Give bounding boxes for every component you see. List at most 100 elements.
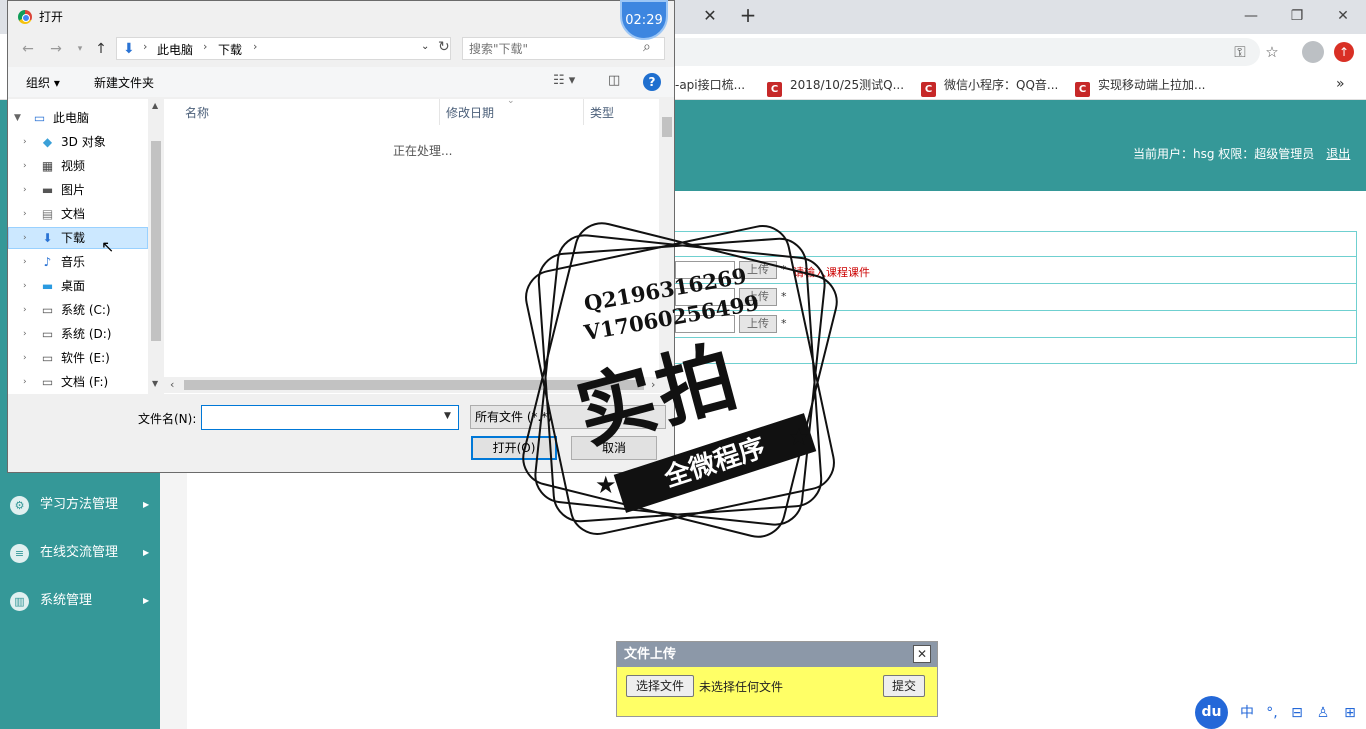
user-label: 当前用户：hsg 权限：超级管理员 — [1133, 147, 1315, 161]
column-divider[interactable] — [439, 99, 440, 125]
tree-item-drive-f[interactable]: › ▭ 文档 (F:) — [8, 371, 148, 393]
sidebar-item-study-methods[interactable]: ⚙ 学习方法管理 ▶ — [0, 490, 160, 520]
window-close-icon[interactable]: ✕ — [1328, 6, 1358, 26]
upload-button[interactable]: 上传 — [739, 288, 777, 306]
file-list-vscrollbar[interactable] — [659, 99, 674, 377]
scroll-thumb[interactable] — [151, 141, 161, 341]
recent-dropdown-icon[interactable]: ▾ — [70, 39, 90, 59]
chevron-right-icon[interactable]: › — [23, 203, 27, 225]
nav-pane-scrollbar[interactable]: ▲ ▼ — [148, 99, 164, 394]
chevron-right-icon[interactable]: › — [23, 275, 27, 297]
scroll-up-icon[interactable]: ▲ — [152, 101, 158, 110]
restore-icon[interactable]: ❐ — [1282, 6, 1312, 26]
view-options-icon[interactable]: ☷ ▾ — [553, 73, 575, 88]
ime-chinese-mode[interactable]: 中 — [1237, 703, 1257, 723]
search-input[interactable] — [469, 40, 634, 57]
chevron-right-icon[interactable]: › — [23, 347, 27, 369]
star-icon[interactable]: ☆ — [1262, 42, 1282, 62]
file-list-hscrollbar[interactable]: ‹ › — [164, 377, 674, 393]
column-header-date[interactable]: 修改日期 — [446, 104, 494, 121]
new-tab-button[interactable]: + — [737, 4, 759, 26]
tree-item-documents[interactable]: › ▤ 文档 — [8, 203, 148, 225]
logout-link[interactable]: 退出 — [1326, 147, 1350, 161]
bookmark-item[interactable]: -api接口梳... — [675, 76, 745, 94]
scroll-left-icon[interactable]: ‹ — [170, 378, 174, 391]
file-input[interactable] — [675, 288, 735, 306]
minimize-icon[interactable]: — — [1236, 6, 1266, 26]
forward-icon[interactable]: → — [46, 39, 66, 59]
chevron-right-icon[interactable]: › — [23, 323, 27, 345]
column-header-type[interactable]: 类型 — [590, 104, 614, 121]
bookmark-item[interactable]: C 实现移动端上拉加... — [1075, 76, 1205, 97]
bookmark-item[interactable]: C 2018/10/25测试Q... — [767, 76, 904, 97]
scroll-down-icon[interactable]: ▼ — [152, 379, 158, 388]
choose-file-button[interactable]: 选择文件 — [626, 675, 694, 697]
scroll-thumb[interactable] — [184, 380, 644, 390]
tree-item-drive-c[interactable]: › ▭ 系统 (C:) — [8, 299, 148, 321]
update-icon[interactable]: ↑ — [1334, 42, 1354, 62]
close-icon[interactable]: ✕ — [913, 645, 931, 663]
chevron-right-icon[interactable]: › — [23, 227, 27, 249]
tab-close-icon[interactable]: ✕ — [700, 6, 720, 26]
chevron-right-icon[interactable]: › — [23, 155, 27, 177]
chevron-right-icon[interactable]: › — [23, 179, 27, 201]
dialog-search[interactable]: ⌕ — [462, 37, 665, 60]
organize-menu[interactable]: 组织 ▾ — [26, 74, 60, 91]
preview-pane-icon[interactable]: ◫ — [608, 73, 620, 88]
more-bookmarks-icon[interactable]: » — [1336, 76, 1345, 92]
star-icon: ★ — [788, 423, 810, 451]
tree-item-this-pc[interactable]: ▼ ▭ 此电脑 — [8, 107, 148, 129]
file-input[interactable] — [675, 315, 735, 333]
tree-item-3d-objects[interactable]: › ◆ 3D 对象 — [8, 131, 148, 153]
ime-keyboard-icon[interactable]: ⊟ — [1287, 703, 1307, 723]
tree-item-pictures[interactable]: › ▬ 图片 — [8, 179, 148, 201]
bookmark-item[interactable]: C 微信小程序：QQ音... — [921, 76, 1058, 97]
breadcrumb-this-pc[interactable]: 此电脑 — [157, 41, 193, 58]
tree-item-videos[interactable]: › ▦ 视频 — [8, 155, 148, 177]
new-folder-button[interactable]: 新建文件夹 — [94, 74, 154, 91]
upload-button[interactable]: 上传 — [739, 261, 777, 279]
sidebar-item-online-chat[interactable]: ≡ 在线交流管理 ▶ — [0, 538, 160, 568]
column-header-name[interactable]: 名称 — [185, 104, 209, 121]
key-icon[interactable]: ⚿ — [1230, 42, 1250, 62]
search-icon[interactable]: ⌕ — [643, 39, 651, 55]
profile-avatar[interactable] — [1302, 41, 1324, 63]
back-icon[interactable]: ← — [18, 39, 38, 59]
submit-button[interactable]: 提交 — [883, 675, 925, 697]
filename-input[interactable]: ▼ — [201, 405, 459, 430]
chevron-down-icon[interactable]: ▼ — [444, 411, 451, 421]
scroll-right-icon[interactable]: › — [651, 378, 655, 391]
tree-item-drive-e[interactable]: › ▭ 软件 (E:) — [8, 347, 148, 369]
chevron-right-icon: › — [253, 40, 258, 53]
breadcrumb-downloads[interactable]: 下载 — [218, 41, 242, 58]
chevron-right-icon[interactable]: › — [23, 131, 27, 153]
upload-button[interactable]: 上传 — [739, 315, 777, 333]
chevron-down-icon[interactable]: ⌄ — [421, 41, 429, 52]
chevron-right-icon[interactable]: › — [23, 371, 27, 393]
baidu-ime-logo[interactable]: du — [1195, 696, 1228, 729]
sidebar-item-system[interactable]: ▥ 系统管理 ▶ — [0, 586, 160, 616]
required-mark: * — [781, 290, 787, 303]
ime-grid-icon[interactable]: ⊞ — [1340, 703, 1360, 723]
tree-item-desktop[interactable]: › ▬ 桌面 — [8, 275, 148, 297]
cancel-button[interactable]: 取消 — [571, 436, 657, 460]
filetype-select[interactable]: 所有文件 (*.*) — [470, 405, 666, 429]
mouse-cursor-icon: ↖ — [101, 237, 115, 256]
help-icon[interactable]: ? — [643, 73, 661, 91]
up-folder-icon[interactable]: ↑ — [91, 39, 111, 59]
ime-user-icon[interactable]: ♙ — [1313, 703, 1333, 723]
open-button[interactable]: 打开(O) — [471, 436, 557, 460]
dialog-address-bar[interactable]: ⬇ › 此电脑 › 下载 › ⌄ ↻ — [116, 37, 451, 60]
scroll-thumb[interactable] — [662, 117, 672, 137]
refresh-icon[interactable]: ↻ — [438, 39, 450, 55]
tree-item-downloads[interactable]: › ⬇ 下载 — [8, 227, 148, 249]
chevron-right-icon[interactable]: › — [23, 251, 27, 273]
column-divider[interactable] — [583, 99, 584, 125]
chevron-right-icon[interactable]: › — [23, 299, 27, 321]
ime-punctuation-icon[interactable]: °, — [1262, 703, 1282, 723]
chevron-down-icon[interactable]: ▼ — [14, 107, 21, 129]
courseware-input[interactable] — [675, 261, 735, 279]
address-bar[interactable] — [660, 38, 1260, 66]
tree-item-drive-d[interactable]: › ▭ 系统 (D:) — [8, 323, 148, 345]
tree-item-music[interactable]: › ♪ 音乐 — [8, 251, 148, 273]
